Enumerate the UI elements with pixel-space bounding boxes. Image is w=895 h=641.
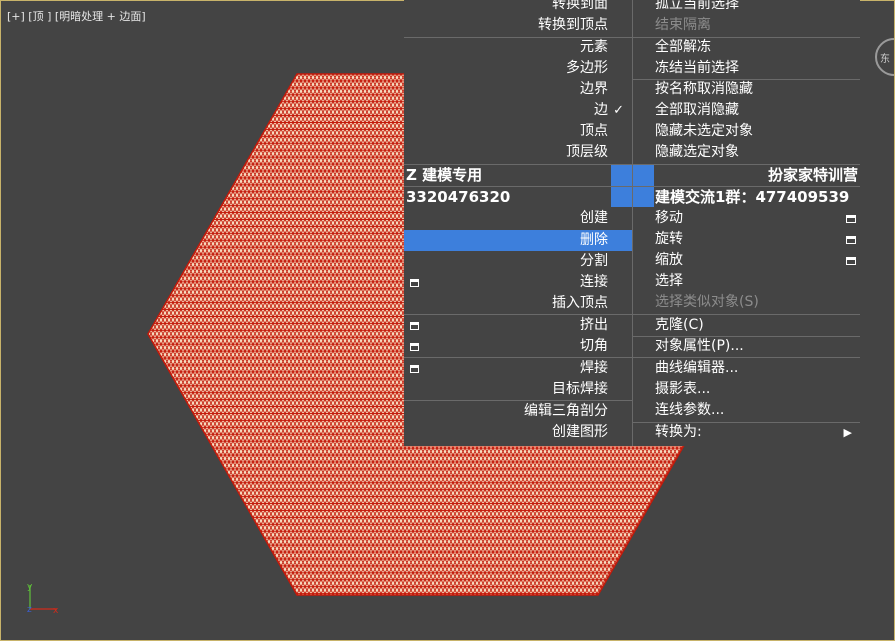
menu-item-create-shape[interactable]: 创建图形 [404,422,632,443]
settings-box-icon[interactable] [846,215,856,223]
menu-item-scale[interactable]: 缩放 [633,250,860,271]
menu-item-connect[interactable]: 连接 [404,272,632,293]
quad-right: 孤立当前选择 结束隔离 全部解冻 冻结当前选择 按名称取消隐藏 全部取消隐藏 隐… [633,0,860,446]
viewport-label[interactable]: [+] [顶 ] [明暗处理 + 边面] [7,8,146,24]
svg-text:东: 东 [880,52,890,65]
menu-item-convert-to-vertex[interactable]: 转换到顶点 [404,15,632,36]
menu-item-unhide-all[interactable]: 全部取消隐藏 [633,100,860,121]
menu-item-element[interactable]: 元素 [404,37,632,58]
menu-item-hide-unselected[interactable]: 隐藏未选定对象 [633,121,860,142]
menu-item-delete[interactable]: 删除 [404,230,632,251]
menu-item-isolate-selection[interactable]: 孤立当前选择 [633,0,860,15]
menu-item-split[interactable]: 分割 [404,251,632,272]
settings-box-icon[interactable] [846,236,856,244]
menu-item-create[interactable]: 创建 [404,208,632,229]
menu-item-wire-parameters[interactable]: 连线参数... [633,400,860,421]
check-icon: ✓ [613,103,624,118]
settings-box-icon[interactable] [410,322,419,330]
menu-item-rotate[interactable]: 旋转 [633,229,860,250]
quad-title-left-bottom: 3320476320 [404,187,612,208]
quad-title-left-top: Z 建模专用 [404,165,612,186]
menu-item-select[interactable]: 选择 [633,271,860,292]
menu-item-target-weld[interactable]: 目标焊接 [404,379,632,400]
axis-tripod-icon: y z x [21,577,71,617]
menu-item-object-properties[interactable]: 对象属性(P)... [633,336,860,357]
settings-box-icon[interactable] [410,365,419,373]
menu-item-move[interactable]: 移动 [633,208,860,229]
menu-item-select-similar[interactable]: 选择类似对象(S) [633,292,860,313]
menu-item-convert-to-face[interactable]: 转换到面 [404,0,632,15]
menu-item-unhide-by-name[interactable]: 按名称取消隐藏 [633,79,860,100]
menu-item-end-isolate[interactable]: 结束隔离 [633,15,860,36]
quad-title-right-bottom: 建模交流1群：477409539 [655,187,858,208]
menu-separator [404,186,860,187]
viewcube-icon[interactable]: 东 [854,37,894,77]
menu-item-clone[interactable]: 克隆(C) [633,315,860,336]
axis-y-label: y [27,582,33,592]
quad-menu: 转换到面 转换到顶点 元素 多边形 边界 边 ✓ 顶点 顶层级 创建 删除 分割 … [404,0,860,446]
menu-item-edit-triangulation[interactable]: 编辑三角剖分 [404,401,632,422]
menu-item-chamfer[interactable]: 切角 [404,336,632,357]
submenu-arrow-icon: ▶ [843,426,852,439]
menu-item-weld[interactable]: 焊接 [404,358,632,379]
menu-item-vertex[interactable]: 顶点 [404,121,632,142]
menu-item-polygon[interactable]: 多边形 [404,58,632,79]
menu-item-freeze-selection[interactable]: 冻结当前选择 [633,58,860,79]
settings-box-icon[interactable] [410,343,419,351]
menu-item-top-level[interactable]: 顶层级 [404,142,632,163]
menu-item-extrude[interactable]: 挤出 [404,315,632,336]
menu-item-curve-editor[interactable]: 曲线编辑器... [633,358,860,379]
menu-item-hide-selection[interactable]: 隐藏选定对象 [633,142,860,163]
menu-item-border[interactable]: 边界 [404,79,632,100]
quad-title-right-top: 扮家家特训营 [655,165,860,186]
axis-x-label: x [53,606,59,616]
quad-divider [632,0,633,446]
menu-item-insert-vertex[interactable]: 插入顶点 [404,293,632,314]
settings-box-icon[interactable] [410,279,419,287]
quad-left: 转换到面 转换到顶点 元素 多边形 边界 边 ✓ 顶点 顶层级 创建 删除 分割 … [404,0,632,446]
settings-box-icon[interactable] [846,257,856,265]
axis-z-label: z [27,605,32,615]
menu-item-dope-sheet[interactable]: 摄影表... [633,379,860,400]
menu-item-unfreeze-all[interactable]: 全部解冻 [633,37,860,58]
menu-item-edge[interactable]: 边 ✓ [404,100,632,121]
menu-item-convert-to[interactable]: 转换为: ▶ [633,422,860,443]
